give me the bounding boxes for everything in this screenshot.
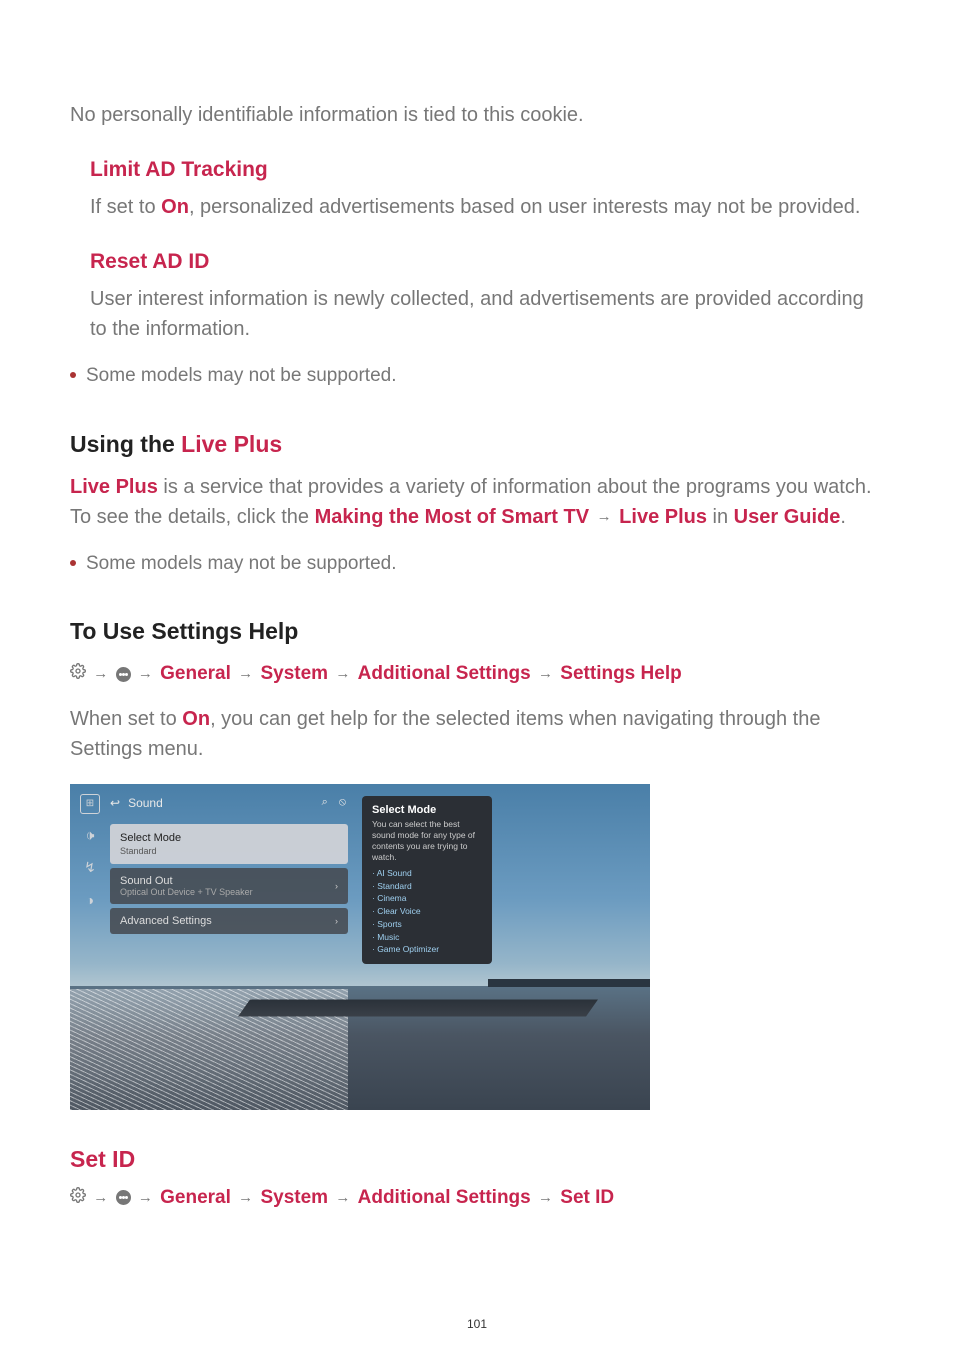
tooltip-item: · AI Sound [372, 867, 482, 880]
reset-ad-id-heading: Reset AD ID [90, 250, 884, 274]
arrow-icon: → [335, 1189, 350, 1206]
accent-text: Live Plus [181, 431, 282, 457]
sidebar: ⊞ 🕩 ↯ ◑ [78, 794, 102, 922]
sublabel: Standard [120, 846, 157, 856]
text: If set to [90, 196, 161, 218]
title-text: Sound [128, 796, 163, 810]
crumb-item: System [260, 1187, 328, 1208]
sublabel: Optical Out Device + TV Speaker [120, 887, 253, 897]
reset-ad-id-body: User interest information is newly colle… [70, 284, 884, 344]
text: Using the [70, 431, 181, 457]
note-bullet: Some models may not be supported. [70, 362, 884, 391]
text: , personalized advertisements based on u… [189, 196, 860, 218]
general-icon: ◑ [80, 890, 100, 910]
arrow-icon: → [238, 665, 253, 682]
arrow-icon: → [93, 665, 108, 682]
settings-help-body: When set to On, you can get help for the… [70, 704, 884, 764]
arrow-icon: → [538, 665, 553, 682]
note-bullet: Some models may not be supported. [70, 550, 884, 579]
help-tooltip: Select Mode You can select the best soun… [362, 796, 492, 964]
arrow-icon: → [335, 665, 350, 682]
accent-text: Live Plus [619, 506, 707, 528]
more-icon [116, 1190, 131, 1205]
guide-text: User Guide [734, 506, 841, 528]
land [488, 979, 650, 987]
tooltip-item: · Sports [372, 918, 482, 931]
on-label: On [161, 196, 189, 218]
text: To see the details, click the [70, 506, 315, 528]
tooltip-item: · Standard [372, 880, 482, 893]
menu-item-sound-out: Sound Out Optical Out Device + TV Speake… [110, 868, 348, 904]
pier [238, 999, 598, 1016]
intro-text: No personally identifiable information i… [70, 100, 884, 130]
tooltip-item: · Clear Voice [372, 905, 482, 918]
settings-help-heading: To Use Settings Help [70, 618, 884, 645]
crumb-item: Additional Settings [358, 1187, 531, 1208]
back-icon: ↩ [110, 796, 120, 810]
more-icon [116, 667, 131, 682]
arrow-icon: → [138, 1189, 153, 1206]
menu-item-advanced: Advanced Settings › [110, 908, 348, 934]
crumb-item: General [160, 1187, 231, 1208]
text: . [840, 506, 846, 528]
crumb-item: System [260, 663, 328, 684]
title-icons: ⌕ ⦸ [322, 796, 350, 809]
accent-text: Live Plus [70, 476, 158, 498]
tooltip-item: · Game Optimizer [372, 943, 482, 956]
gear-icon [70, 659, 86, 689]
crumb-item: General [160, 663, 231, 684]
live-plus-heading: Using the Live Plus [70, 431, 884, 458]
limit-ad-tracking-body: If set to On, personalized advertisement… [70, 192, 884, 222]
link-text: Making the Most of Smart TV [315, 506, 589, 528]
gear-icon [70, 1183, 86, 1213]
limit-ad-tracking-heading: Limit AD Tracking [90, 158, 884, 182]
label: Advanced Settings [120, 915, 212, 927]
crumb-item: Settings Help [560, 663, 681, 684]
arrow-icon: → [538, 1189, 553, 1206]
connection-icon: ↯ [80, 858, 100, 878]
live-plus-body-1: Live Plus is a service that provides a v… [70, 472, 884, 502]
breadcrumb: → → General → System → Additional Settin… [70, 1183, 884, 1214]
tooltip-item: · Cinema [372, 892, 482, 905]
tooltip-desc: You can select the best sound mode for a… [372, 819, 482, 863]
crumb-item: Set ID [560, 1187, 614, 1208]
text: When set to [70, 708, 182, 730]
label: Sound Out [120, 875, 253, 887]
crumb-item: Additional Settings [358, 663, 531, 684]
note-text: Some models may not be supported. [86, 550, 397, 579]
note-text: Some models may not be supported. [86, 362, 397, 391]
settings-menu: Select Mode Standard Sound Out Optical O… [110, 824, 348, 938]
set-id-heading: Set ID [70, 1146, 884, 1173]
text: is a service that provides a variety of … [158, 476, 872, 498]
bullet-icon [70, 372, 76, 378]
arrow-icon: → [238, 1189, 253, 1206]
tooltip-title: Select Mode [372, 804, 482, 816]
menu-item-select-mode: Select Mode Standard [110, 824, 348, 864]
titlebar: ↩ Sound ⌕ ⦸ [110, 796, 350, 810]
arrow-icon: → [93, 1189, 108, 1206]
live-plus-body-2: To see the details, click the Making the… [70, 502, 884, 532]
on-label: On [182, 708, 210, 730]
bullet-icon [70, 560, 76, 566]
chevron-right-icon: › [335, 916, 338, 926]
text: in [707, 506, 734, 528]
tooltip-item: · Music [372, 931, 482, 944]
page-number: 101 [0, 1317, 954, 1331]
arrow-icon: → [597, 508, 612, 525]
label: Select Mode [120, 832, 181, 844]
settings-help-screenshot: ⊞ 🕩 ↯ ◑ ↩ Sound ⌕ ⦸ Select Mode Standard… [70, 784, 650, 1110]
chevron-right-icon: › [335, 881, 338, 891]
sound-icon: 🕩 [80, 826, 100, 846]
breadcrumb: → → General → System → Additional Settin… [70, 659, 884, 690]
picture-icon: ⊞ [80, 794, 100, 814]
arrow-icon: → [138, 665, 153, 682]
